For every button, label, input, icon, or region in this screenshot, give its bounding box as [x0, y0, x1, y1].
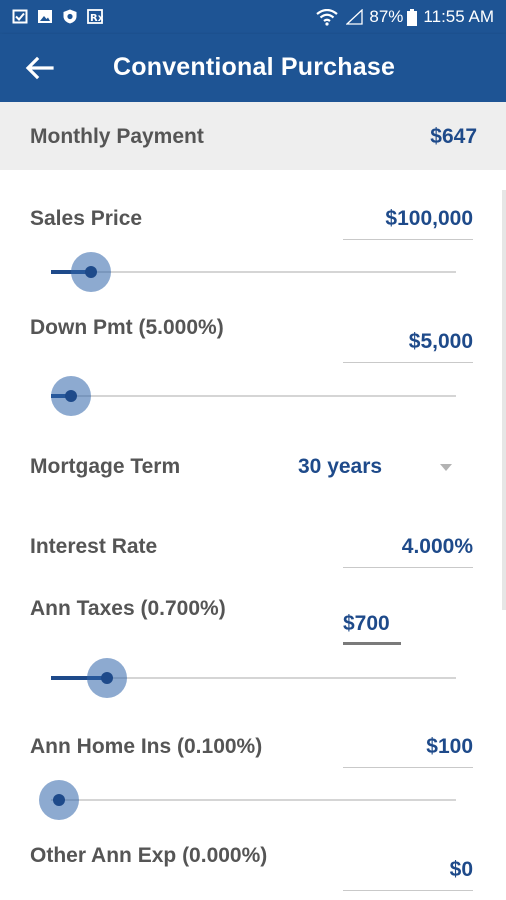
- down-pmt-track: [51, 394, 456, 398]
- shield-icon: [63, 9, 77, 24]
- signal-icon: [346, 9, 364, 25]
- ann-home-ins-thumb[interactable]: [39, 780, 79, 820]
- down-pmt-value: $5,000: [408, 330, 473, 353]
- interest-rate-underline: [343, 567, 473, 568]
- ann-home-ins-underline: [343, 767, 473, 768]
- mortgage-term-value: 30 years: [298, 455, 383, 478]
- wifi-icon: [316, 8, 339, 26]
- ann-taxes-thumb[interactable]: [87, 658, 127, 698]
- ann-taxes-input[interactable]: $700: [343, 605, 401, 645]
- sales-price-underline: [343, 239, 473, 240]
- clock: 11:55 AM: [423, 7, 494, 26]
- status-right: 87% 11:55 AM: [316, 7, 494, 27]
- sales-price-slider[interactable]: [51, 252, 456, 292]
- ann-home-ins-label: Ann Home Ins (0.100%): [30, 735, 263, 758]
- rx-icon: Rx: [87, 9, 103, 24]
- down-pmt-slider[interactable]: [51, 376, 456, 416]
- ann-home-ins-slider[interactable]: [39, 780, 456, 820]
- ann-taxes-value: $700: [343, 612, 390, 635]
- ann-home-ins-value: $100: [426, 735, 473, 758]
- interest-rate-value: 4.000%: [401, 535, 473, 558]
- page-title: Conventional Purchase: [113, 53, 396, 81]
- sales-price-value: $100,000: [385, 207, 473, 230]
- sales-price-track: [51, 270, 456, 274]
- task-icon: [12, 9, 28, 24]
- gallery-icon: [38, 10, 52, 23]
- svg-text:Rx: Rx: [90, 13, 103, 24]
- status-bar: Rx 87% 11:55 AM: [0, 0, 506, 34]
- ann-home-ins-input[interactable]: $100: [343, 728, 473, 768]
- sales-price-thumb[interactable]: [71, 252, 111, 292]
- mortgage-term-label: Mortgage Term: [30, 455, 181, 478]
- back-arrow-icon[interactable]: [22, 52, 56, 84]
- monthly-payment-value: $647: [430, 125, 477, 148]
- app-bar: Conventional Purchase: [0, 34, 506, 102]
- down-pmt-input[interactable]: $5,000: [343, 323, 473, 363]
- mortgage-term-dropdown[interactable]: 30 years: [298, 450, 458, 486]
- ann-taxes-underline: [343, 642, 401, 645]
- other-ann-exp-value: $0: [449, 858, 473, 881]
- sales-price-input[interactable]: $100,000: [343, 200, 473, 240]
- battery-icon: [407, 8, 418, 26]
- other-ann-exp-label: Other Ann Exp (0.000%): [30, 844, 268, 867]
- interest-rate-input[interactable]: 4.000%: [343, 528, 473, 568]
- ann-home-ins-track: [51, 799, 456, 801]
- scrollbar[interactable]: [502, 190, 506, 610]
- down-pmt-label: Down Pmt (5.000%): [30, 316, 224, 339]
- ann-taxes-slider[interactable]: [51, 658, 456, 698]
- battery-percent: 87%: [369, 7, 404, 26]
- down-pmt-thumb[interactable]: [51, 376, 91, 416]
- interest-rate-label: Interest Rate: [30, 535, 158, 558]
- monthly-payment-row: Monthly Payment $647: [0, 102, 506, 170]
- other-ann-exp-input[interactable]: $0: [343, 851, 473, 891]
- ann-taxes-label: Ann Taxes (0.700%): [30, 597, 226, 620]
- chevron-down-icon: [440, 464, 452, 471]
- down-pmt-underline: [343, 362, 473, 363]
- other-ann-exp-underline: [343, 890, 473, 891]
- sales-price-label: Sales Price: [30, 207, 143, 230]
- monthly-payment-label: Monthly Payment: [30, 125, 204, 148]
